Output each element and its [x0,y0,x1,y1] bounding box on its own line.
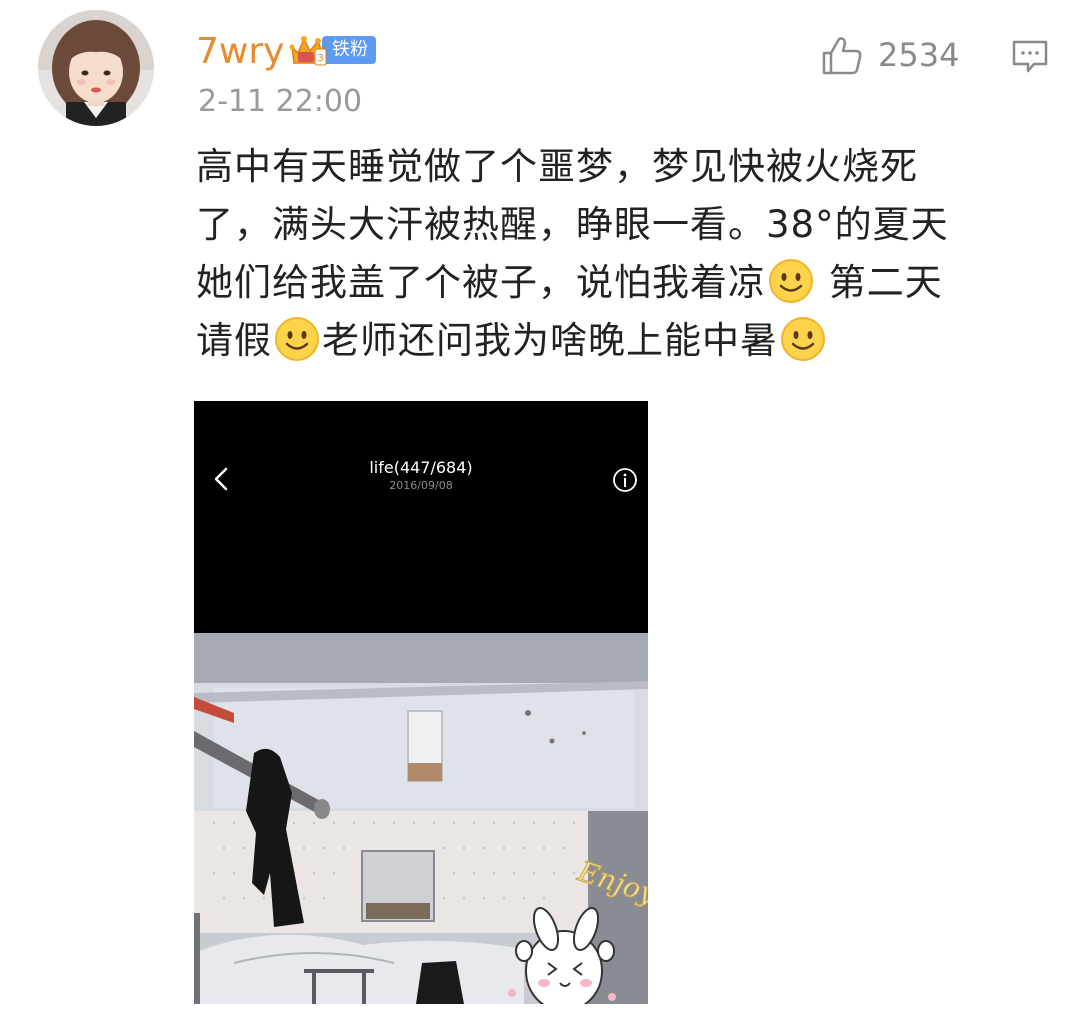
like-button[interactable]: 2534 [820,30,959,80]
fan-badge[interactable]: 3 铁粉 [288,34,376,66]
timestamp: 2-11 22:00 [198,84,363,119]
comment-line: 高中有天睡觉做了个噩梦，梦见快被火烧死 [196,145,918,188]
comment-line-text: 第二天 [816,261,943,304]
comment-line-text: 老师还问我为啥晚上能中暑 [322,319,778,362]
info-icon [613,468,637,492]
crown-badge-icon: 3 [289,36,327,66]
photo-viewer-header: life(447/684) 2016/09/08 [194,401,648,633]
smile-emoji-icon [769,259,813,303]
avatar[interactable] [38,10,154,126]
comment-line-text: 请假 [196,319,272,362]
username[interactable]: 7wry [196,30,284,74]
photo-viewer-title: life(447/684) [369,458,473,477]
photo-viewer-date: 2016/09/08 [389,479,453,492]
comment-line: 她们给我盖了个被子，说怕我着凉 第二天 [196,254,1046,312]
smile-emoji-icon [275,317,319,361]
like-count: 2534 [878,36,960,74]
comment-line: 了，满头大汗被热醒，睁眼一看。38°的夏天 [196,203,949,246]
comment-line: 请假 老师还问我为啥晚上能中暑 [196,312,1046,370]
comment-text: 高中有天睡觉做了个噩梦，梦见快被火烧死 了，满头大汗被热醒，睁眼一看。38°的夏… [196,138,1046,370]
dorm-room-photo: Enjoy [194,633,648,1004]
smile-emoji-icon [781,317,825,361]
fan-badge-label: 铁粉 [322,36,376,64]
comment-item: 7wry 3 铁粉 2-11 22:00 2534 高中有天睡觉做了个噩梦，梦见… [0,0,1080,1031]
comment-line-text: 她们给我盖了个被子，说怕我着凉 [196,261,766,304]
thumbs-up-icon [822,37,862,75]
svg-text:3: 3 [317,53,323,64]
comment-icon[interactable] [1010,36,1050,76]
attached-image[interactable]: life(447/684) 2016/09/08 Enjoy [194,401,648,1004]
